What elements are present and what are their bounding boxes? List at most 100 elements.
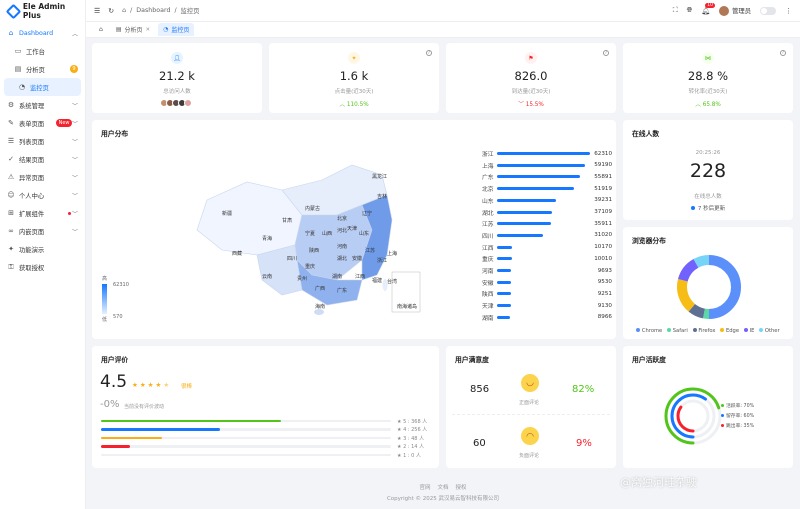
divider bbox=[452, 414, 610, 415]
sidebar-item-system[interactable]: ⚙ 系统管理 ﹀ bbox=[0, 96, 85, 114]
sidebar-menu: ⌂ Dashboard ︿ ▭ 工作台 ▤ 分析页 9 ◔ 监控页 ⚙ 系统管理 ﹀ ✎ 表单页面… bbox=[0, 24, 85, 276]
home-icon[interactable]: ⌂ bbox=[122, 7, 126, 14]
chart-icon: ▤ bbox=[115, 26, 122, 33]
stat-change: ﹀ 15.5% bbox=[518, 102, 544, 108]
map-province-label: 西藏 bbox=[232, 250, 242, 257]
legend-gradient[interactable] bbox=[102, 284, 107, 314]
ranking-bar[interactable] bbox=[497, 163, 586, 167]
map-province-label: 安徽 bbox=[352, 255, 362, 262]
legend-item[interactable]: IE bbox=[744, 328, 754, 334]
avatar-group bbox=[92, 99, 262, 107]
ranking-value: 37109 bbox=[594, 209, 612, 215]
tab-home[interactable]: ⌂ bbox=[94, 23, 108, 36]
sidebar-item-workplace[interactable]: ▭ 工作台 bbox=[0, 42, 85, 60]
ranking-province: 江西 bbox=[482, 245, 494, 252]
ranking-province: 上海 bbox=[482, 163, 494, 170]
tab-monitor[interactable]: ◔ 监控页 bbox=[158, 23, 195, 36]
rating-fill bbox=[101, 445, 130, 448]
help-icon[interactable]: ? bbox=[780, 50, 786, 56]
ranking-bar[interactable] bbox=[497, 245, 513, 249]
stat-value: 28.8 % bbox=[687, 69, 729, 83]
arrow-down-icon: ﹀ bbox=[518, 102, 526, 108]
sidebar-item-monitor[interactable]: ◔ 监控页 bbox=[4, 78, 81, 96]
legend-item[interactable]: Firefox bbox=[692, 328, 715, 334]
legend-item[interactable]: Chrome bbox=[636, 328, 662, 334]
activity-legend: 活跃率: 70% 留存率: 60% 跳出率: 35% bbox=[721, 402, 754, 432]
breadcrumb-item: 监控页 bbox=[180, 8, 200, 15]
sidebar-item-list[interactable]: ☰ 列表页面 ﹀ bbox=[0, 132, 85, 150]
ranking-province: 浙江 bbox=[482, 152, 494, 158]
donut-slice-ie[interactable] bbox=[678, 258, 699, 282]
footer-link[interactable]: 文档 bbox=[437, 485, 448, 491]
help-icon[interactable]: ? bbox=[603, 50, 609, 56]
ranking-bar[interactable] bbox=[497, 292, 511, 296]
chevron-down-icon: ﹀ bbox=[71, 102, 78, 110]
ranking-row: 陕西 9251 bbox=[482, 288, 612, 299]
bell-icon[interactable]: 🔔︎ 10 bbox=[701, 2, 715, 15]
menu-fold-icon[interactable]: ☰ bbox=[94, 7, 100, 15]
activity-radial-chart[interactable] bbox=[663, 386, 723, 446]
ranking-bar[interactable] bbox=[497, 175, 581, 179]
ranking-bar[interactable] bbox=[497, 187, 575, 191]
legend-item[interactable]: Other bbox=[759, 328, 780, 334]
stat-label: 到达量(近30天) bbox=[511, 89, 551, 95]
map-province-label: 广西 bbox=[315, 285, 325, 292]
ranking-bar[interactable] bbox=[497, 269, 512, 272]
sidebar-item-user[interactable]: ☺ 个人中心 ﹀ bbox=[0, 186, 85, 204]
visual-map-legend: 高 低 62310 570 bbox=[102, 275, 129, 325]
header: ☰ ↻ ⌂ / Dashboard / 监控页 ⛶ 🌐︎ 🔔︎ 10 管理员 ⋮ bbox=[86, 0, 800, 22]
sidebar-item-exception[interactable]: ⚠ 异常页面 ﹀ bbox=[0, 168, 85, 186]
legend-item[interactable]: Safari bbox=[667, 328, 688, 334]
stat-label: 总访问人数 bbox=[163, 89, 191, 95]
ranking-province: 北京 bbox=[482, 187, 494, 194]
ranking-bar[interactable] bbox=[497, 222, 551, 226]
fullscreen-icon[interactable]: ⛶ bbox=[673, 6, 678, 15]
donut-slice-chrome[interactable] bbox=[708, 255, 741, 319]
legend-dot bbox=[721, 424, 724, 427]
map-province-label: 陕西 bbox=[309, 247, 319, 254]
more-icon[interactable]: ⋮ bbox=[785, 7, 792, 15]
user-menu[interactable]: 管理员 bbox=[719, 5, 751, 16]
map-province-label: 新疆 bbox=[222, 210, 232, 217]
sidebar-item-demo[interactable]: ✦ 功能演示 bbox=[0, 240, 85, 258]
breadcrumb-item[interactable]: Dashboard bbox=[136, 7, 170, 14]
sidebar-item-form[interactable]: ✎ 表单页面 New ﹀ bbox=[0, 114, 85, 132]
donut-slice-other[interactable] bbox=[693, 255, 710, 268]
sidebar-item-license[interactable]: ⚿ 获取授权 bbox=[0, 258, 85, 276]
donut-slice-edge[interactable] bbox=[677, 279, 696, 312]
language-icon[interactable]: 🌐︎ bbox=[687, 6, 693, 15]
sidebar-item-dashboard[interactable]: ⌂ Dashboard ︿ bbox=[0, 24, 85, 42]
browser-legend: Chrome Safari Firefox Edge IE Other bbox=[623, 328, 793, 334]
reload-icon[interactable]: ↻ bbox=[108, 7, 114, 15]
ranking-bar[interactable] bbox=[497, 198, 556, 202]
tab-analysis[interactable]: ▤ 分析页 ✕ bbox=[111, 23, 155, 36]
smile-icon: ◡ bbox=[521, 374, 539, 392]
map-province-label: 重庆 bbox=[305, 263, 315, 270]
ranking-value: 39231 bbox=[594, 197, 612, 204]
ranking-bar[interactable] bbox=[497, 210, 553, 214]
legend-max: 62310 bbox=[113, 282, 129, 288]
ranking-value: 10010 bbox=[594, 255, 612, 262]
ranking-bar[interactable] bbox=[497, 280, 512, 284]
theme-toggle[interactable] bbox=[760, 6, 776, 15]
sidebar-item-extension[interactable]: ⊞ 扩展组件 ﹀ bbox=[0, 204, 85, 222]
donut-slice-firefox[interactable] bbox=[688, 303, 706, 319]
ranking-bar[interactable] bbox=[497, 233, 544, 237]
help-icon[interactable]: ? bbox=[426, 50, 432, 56]
ranking-bar[interactable] bbox=[497, 304, 511, 308]
sidebar-item-iframe[interactable]: ∞ 内嵌页面 ﹀ bbox=[0, 222, 85, 240]
ranking-bar[interactable] bbox=[497, 152, 590, 155]
map-province-label: 云南 bbox=[262, 273, 272, 280]
ranking-bar[interactable] bbox=[497, 315, 511, 319]
logo[interactable]: Ele Admin Plus bbox=[0, 0, 85, 22]
browser-donut-chart[interactable] bbox=[674, 252, 744, 322]
sidebar-item-analysis[interactable]: ▤ 分析页 9 bbox=[0, 60, 85, 78]
legend-item[interactable]: Edge bbox=[720, 328, 739, 334]
ranking-bar[interactable] bbox=[497, 257, 512, 261]
browser-card: 浏览器分布 Chrome Safari Firefox Edge IE Other bbox=[623, 227, 793, 339]
new-badge: New bbox=[56, 119, 72, 127]
close-icon[interactable]: ✕ bbox=[146, 27, 151, 33]
sidebar-item-result[interactable]: ✓ 结果页面 ﹀ bbox=[0, 150, 85, 168]
footer-link[interactable]: 授权 bbox=[456, 485, 467, 491]
footer-link[interactable]: 官网 bbox=[419, 485, 430, 491]
